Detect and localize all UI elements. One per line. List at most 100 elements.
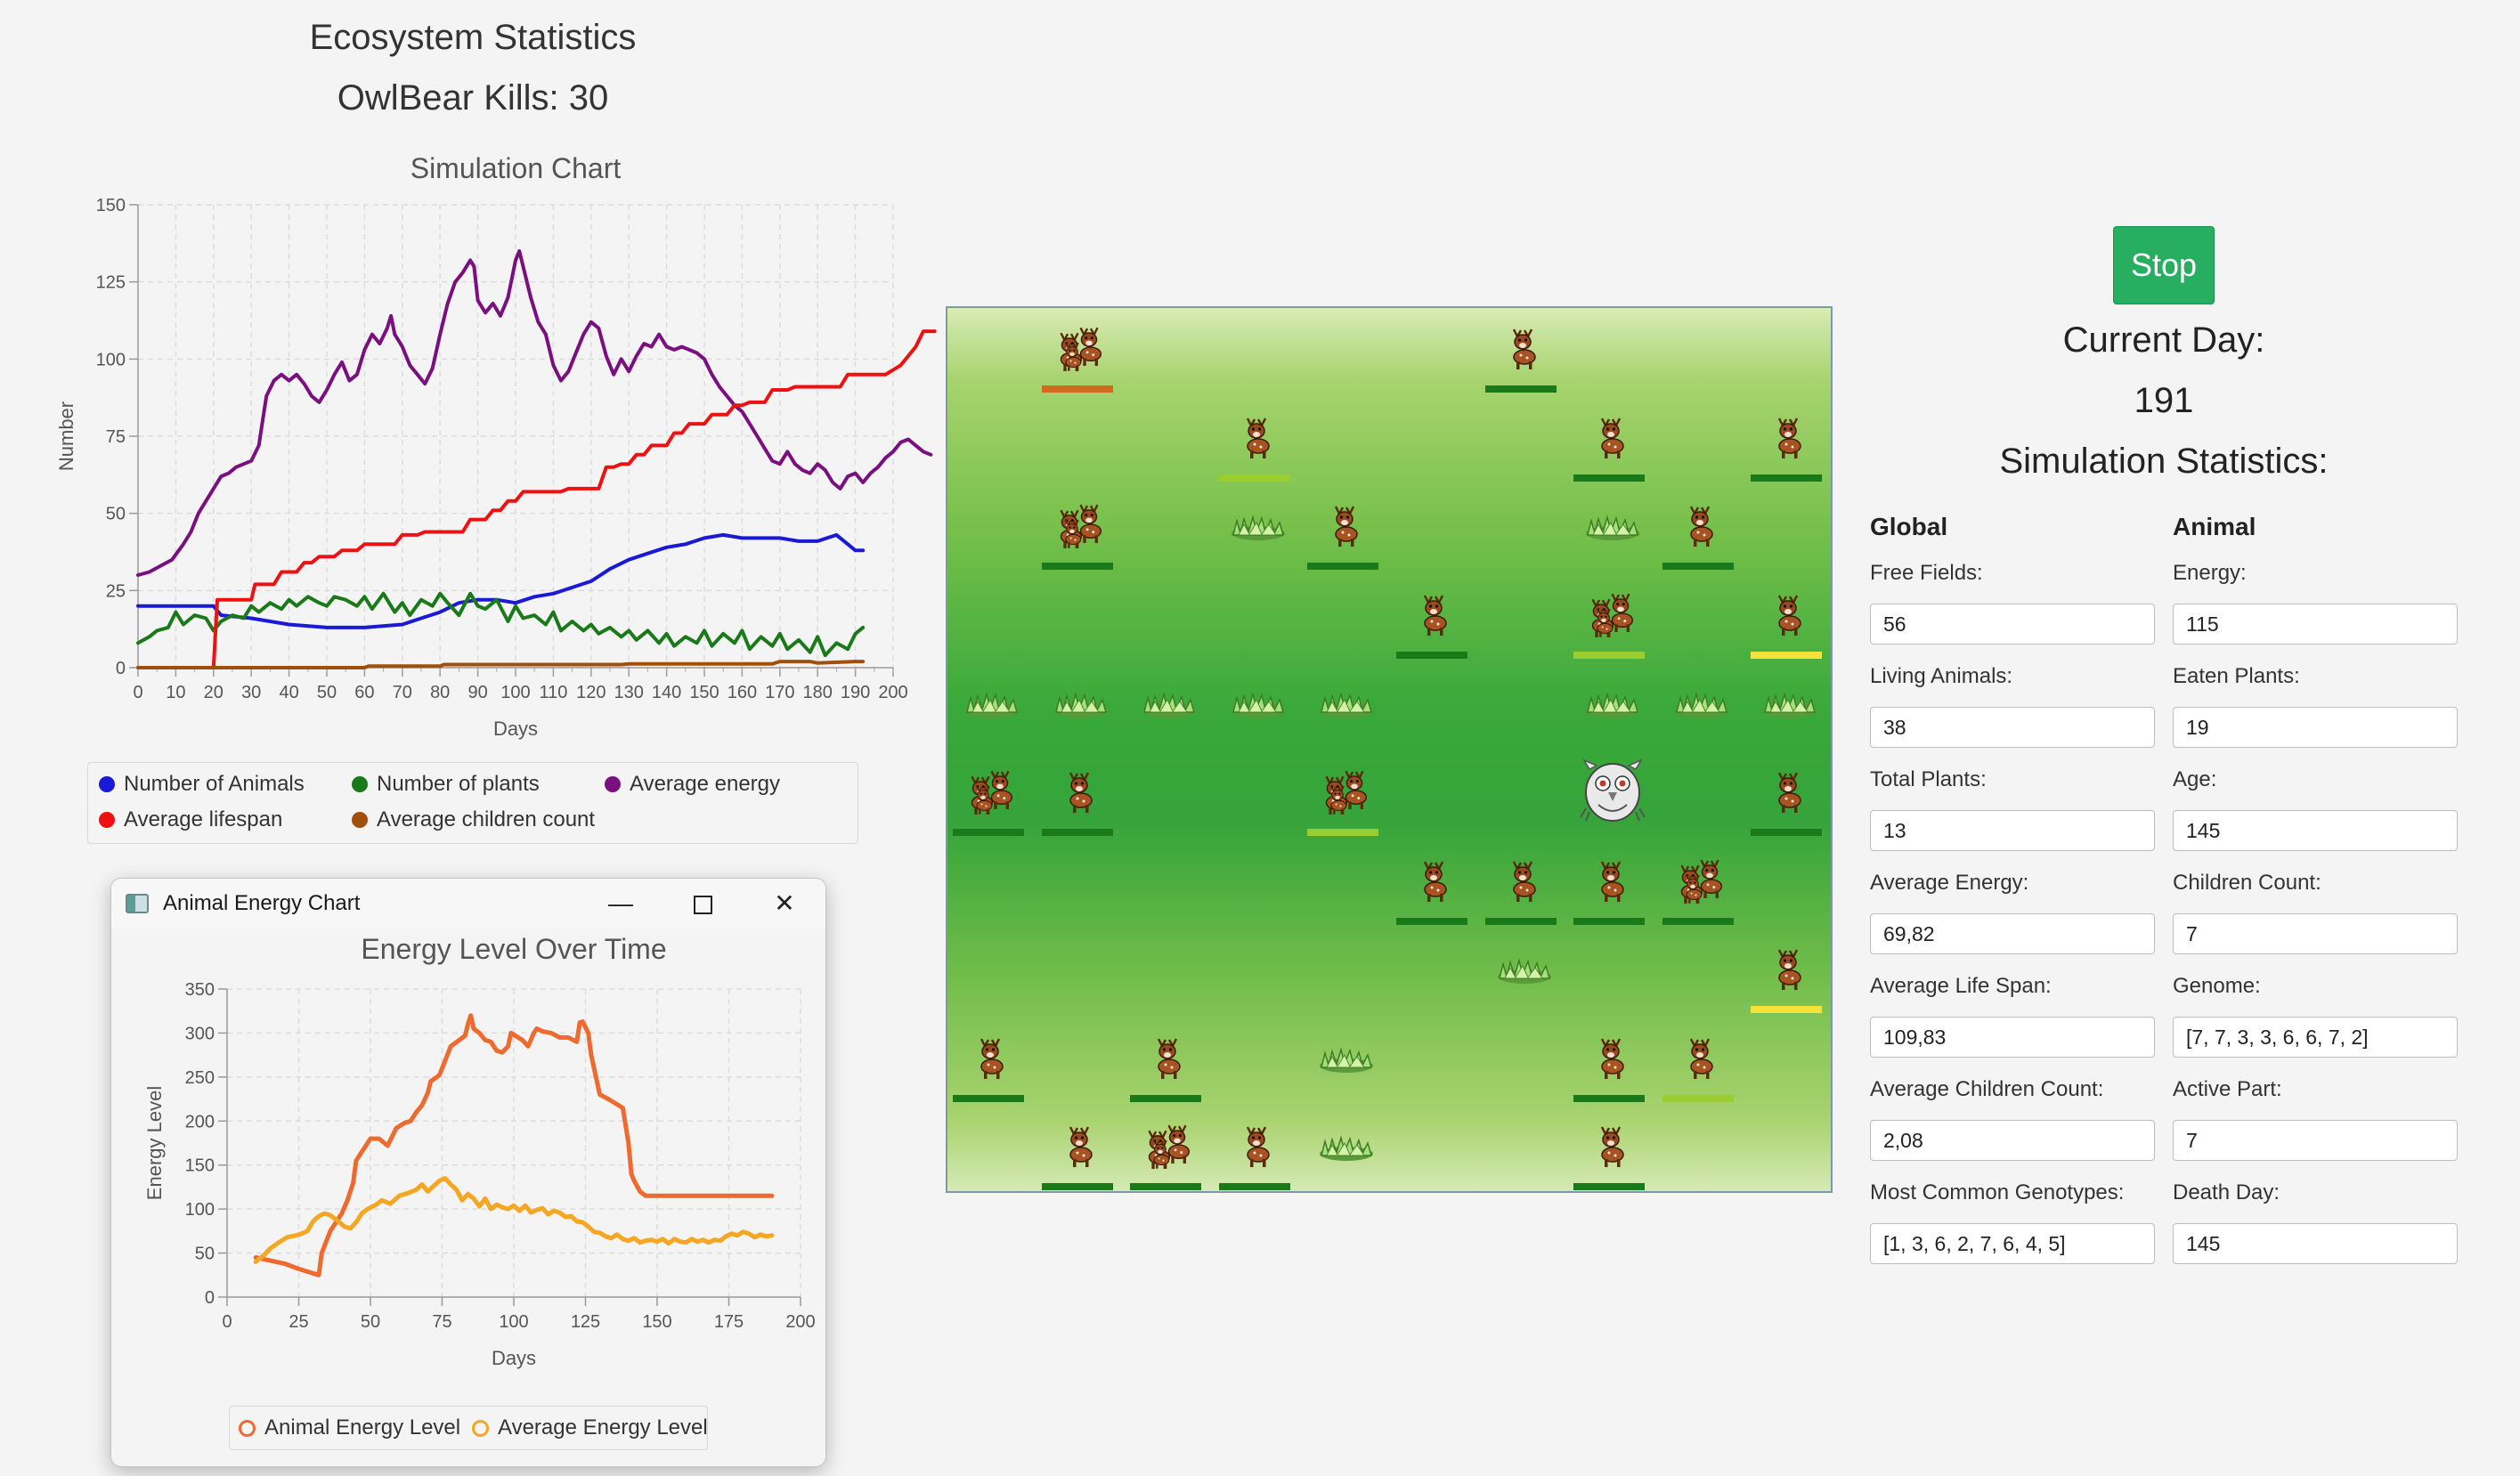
animal-field-input[interactable]: 145 — [2173, 810, 2458, 851]
global-field-input[interactable]: 109,83 — [1870, 1017, 2155, 1058]
board-cell-animal[interactable] — [1568, 1018, 1657, 1107]
board-cell-animal-group[interactable] — [1125, 1106, 1214, 1191]
global-field-input[interactable]: 69,82 — [1870, 913, 2155, 954]
global-field-label: Most Common Genotypes: — [1870, 1180, 2125, 1204]
animal-field-input[interactable]: [7, 7, 3, 3, 6, 6, 7, 2] — [2173, 1017, 2458, 1058]
board-cell-plant[interactable] — [1214, 485, 1303, 574]
cell-sprite — [1423, 595, 1447, 636]
grass-icon — [1763, 692, 1817, 718]
board-cell-animal[interactable] — [1745, 574, 1831, 663]
board-cell-animal-group[interactable] — [1657, 840, 1746, 929]
global-field-input[interactable]: 38 — [1870, 707, 2155, 748]
board-cell-animal[interactable] — [1657, 485, 1746, 574]
board-cell-plant[interactable] — [947, 662, 1036, 751]
board-cell-plant[interactable] — [1125, 662, 1214, 751]
board-cell-animal-group[interactable] — [1036, 308, 1126, 397]
energy-chart-window[interactable]: Animal Energy Chart — ✕ Energy Level Ove… — [110, 878, 826, 1467]
cell-sprite — [1680, 859, 1722, 904]
global-field-input[interactable]: [1, 3, 6, 2, 7, 6, 4, 5] — [1870, 1223, 2155, 1264]
board-cell-animal[interactable] — [1657, 1018, 1746, 1107]
energy-bar — [1573, 1094, 1646, 1102]
board-cell-animal[interactable] — [1745, 751, 1831, 840]
board-cell-plant[interactable] — [1568, 662, 1657, 751]
energy-bar — [1751, 474, 1823, 482]
cell-sprite — [1586, 515, 1640, 541]
x-tick-label: 200 — [785, 1312, 815, 1332]
board-cell-animal-group[interactable] — [947, 751, 1036, 840]
window-titlebar[interactable]: Animal Energy Chart — ✕ — [111, 879, 825, 929]
board-cell-animal[interactable] — [1036, 1106, 1126, 1191]
energy-bar — [953, 1094, 1024, 1102]
x-tick-label: 20 — [204, 683, 224, 702]
board-cell-animal[interactable] — [1568, 1106, 1657, 1191]
board-cell-animal[interactable] — [1480, 840, 1569, 929]
board-cell-animal-group[interactable] — [1036, 485, 1126, 574]
board-cell-plant[interactable] — [1302, 1018, 1391, 1107]
maximize-button[interactable] — [662, 879, 744, 929]
deer-icon — [1700, 859, 1722, 898]
simulation-board[interactable] — [946, 306, 1833, 1193]
y-tick-label: 0 — [116, 659, 126, 678]
x-tick-label: 170 — [765, 683, 794, 702]
minimize-button[interactable]: — — [580, 879, 662, 929]
cell-sprite — [1674, 692, 1728, 718]
cell-sprite — [1591, 593, 1634, 637]
board-cell-animal[interactable] — [1302, 485, 1391, 574]
animal-field-input[interactable]: 145 — [2173, 1223, 2458, 1264]
board-cell-animal[interactable] — [947, 1018, 1036, 1107]
board-cell-owlbear[interactable] — [1568, 751, 1657, 840]
energy-bar — [953, 829, 1024, 836]
board-cell-plant[interactable] — [1036, 662, 1126, 751]
energy-bar — [1130, 1183, 1202, 1191]
animal-field-input[interactable]: 19 — [2173, 707, 2458, 748]
board-cell-animal[interactable] — [1125, 1018, 1214, 1107]
legend-item-plants: Number of plants — [352, 772, 540, 797]
global-field-input[interactable]: 13 — [1870, 810, 2155, 851]
global-field-label: Total Plants: — [1870, 767, 1987, 791]
grass-icon — [1231, 515, 1285, 541]
deer-icon — [990, 770, 1013, 809]
board-cell-animal[interactable] — [1568, 840, 1657, 929]
global-field-label: Living Animals: — [1870, 664, 2013, 688]
y-axis-label: Number — [55, 401, 77, 471]
board-cell-plant[interactable] — [1480, 929, 1569, 1018]
board-cell-plant[interactable] — [1745, 662, 1831, 751]
animal-field-input[interactable]: 115 — [2173, 604, 2458, 645]
board-cell-plant[interactable] — [1568, 485, 1657, 574]
board-cell-animal[interactable] — [1036, 751, 1126, 840]
board-cell-plant[interactable] — [1302, 662, 1391, 751]
board-cell-plant[interactable] — [1657, 662, 1746, 751]
deer-icon — [1601, 861, 1624, 902]
board-cell-plant[interactable] — [1214, 662, 1303, 751]
board-cell-animal[interactable] — [1214, 397, 1303, 486]
board-cell-animal-group[interactable] — [1568, 574, 1657, 663]
legend-marker — [605, 776, 621, 792]
energy-bar — [1396, 917, 1467, 925]
board-cell-animal[interactable] — [1745, 929, 1831, 1018]
board-cell-animal[interactable] — [1391, 840, 1480, 929]
global-field-input[interactable]: 2,08 — [1870, 1120, 2155, 1161]
y-tick-label: 25 — [106, 581, 126, 601]
cell-sprite — [1069, 772, 1093, 813]
series-line — [211, 329, 937, 669]
cell-sprite — [1053, 692, 1108, 718]
y-axis-label: Energy Level — [143, 1086, 166, 1200]
close-button[interactable]: ✕ — [744, 879, 825, 929]
cell-sprite — [1246, 418, 1270, 458]
board-cell-animal[interactable] — [1214, 1106, 1303, 1191]
board-cell-plant[interactable] — [1302, 1106, 1391, 1191]
animal-field-input[interactable]: 7 — [2173, 913, 2458, 954]
global-field-input[interactable]: 56 — [1870, 604, 2155, 645]
legend-item-lifespan: Average lifespan — [99, 807, 282, 832]
board-cell-animal[interactable] — [1568, 397, 1657, 486]
board-cell-animal[interactable] — [1480, 308, 1569, 397]
legend-marker — [239, 1420, 256, 1437]
board-cell-animal[interactable] — [1391, 574, 1480, 663]
grass-icon — [1053, 692, 1108, 718]
animal-field-input[interactable]: 7 — [2173, 1120, 2458, 1161]
board-cell-animal[interactable] — [1745, 397, 1831, 486]
stop-button[interactable]: Stop — [2113, 226, 2215, 304]
x-tick-label: 190 — [841, 683, 870, 702]
cell-sprite — [1689, 506, 1713, 547]
board-cell-animal-group[interactable] — [1302, 751, 1391, 840]
